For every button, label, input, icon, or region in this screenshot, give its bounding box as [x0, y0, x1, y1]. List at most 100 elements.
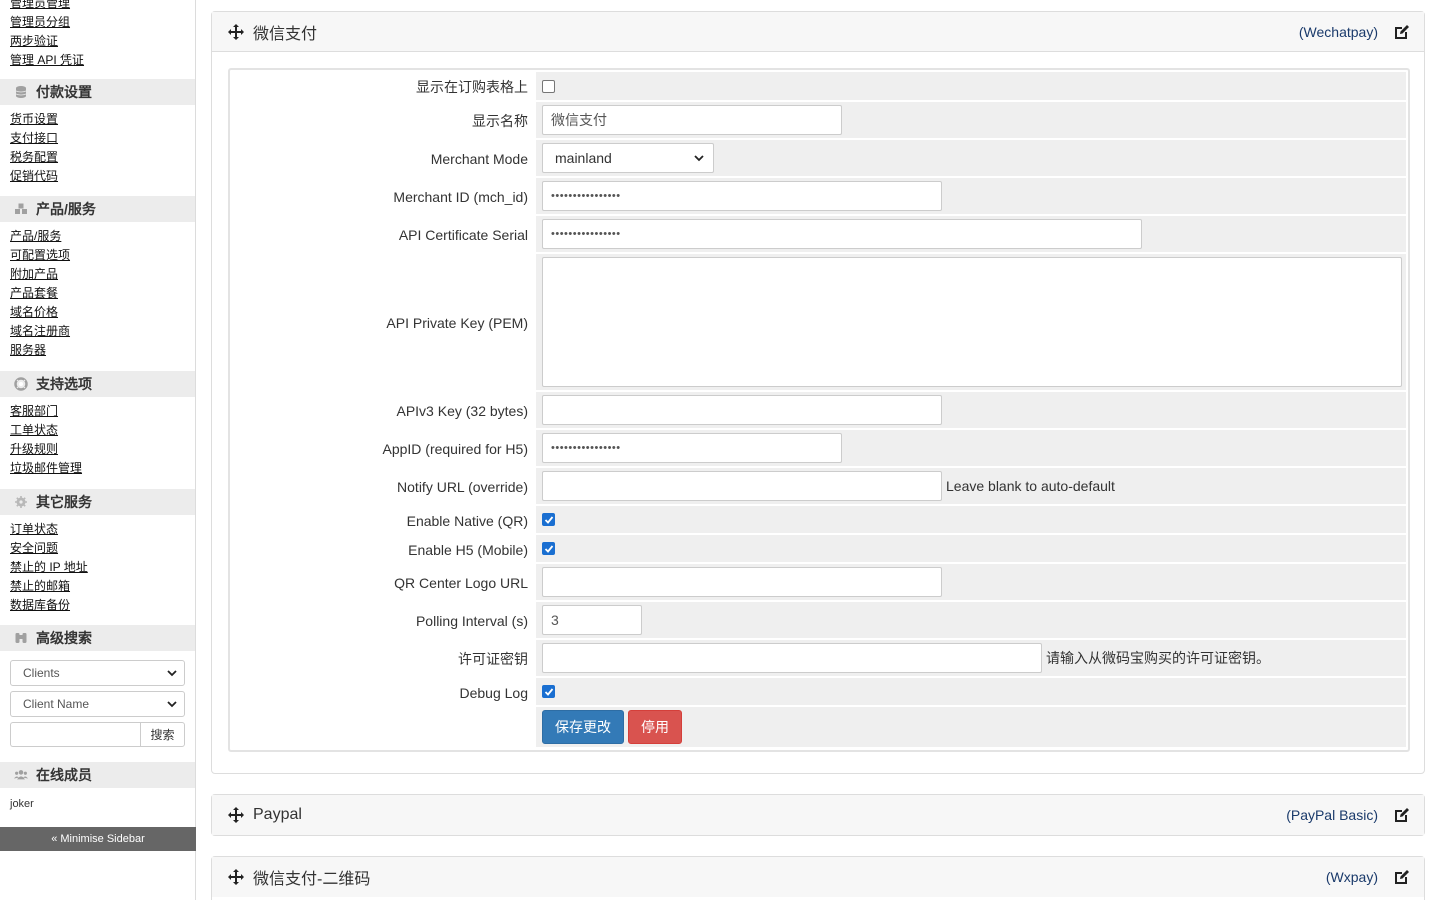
- users-icon: [14, 768, 28, 782]
- panel-module-name: (Wxpay): [1325, 869, 1378, 885]
- sidebar-link-departments[interactable]: 客服部门: [10, 402, 82, 421]
- sidebar-link-ticket-statuses[interactable]: 工单状态: [10, 421, 82, 440]
- move-icon[interactable]: [228, 869, 244, 885]
- panel-header: 微信支付 (Wechatpay): [212, 12, 1424, 52]
- sidebar-section-online: 在线成员: [0, 762, 195, 788]
- edit-icon[interactable]: [1394, 869, 1410, 885]
- lifebuoy-icon: [14, 377, 28, 391]
- panel-header: Paypal (PayPal Basic): [212, 795, 1424, 835]
- merchant-id-input[interactable]: ••••••••••••••••: [542, 181, 942, 211]
- cert-serial-input[interactable]: ••••••••••••••••: [542, 219, 1142, 249]
- save-changes-button[interactable]: 保存更改: [542, 710, 624, 744]
- sidebar-link-currencies[interactable]: 货币设置: [10, 110, 58, 129]
- sidebar-link-order-statuses[interactable]: 订单状态: [10, 520, 88, 539]
- panel-title: 微信支付: [253, 25, 318, 43]
- check-icon: [544, 544, 553, 553]
- search-type-select[interactable]: Clients: [0, 660, 195, 686]
- notify-url-hint: Leave blank to auto-default: [946, 478, 1115, 494]
- license-hint: 请输入从微码宝购买的许可证密钥。: [1046, 650, 1270, 666]
- sidebar-link-configurable-options[interactable]: 可配置选项: [10, 246, 70, 265]
- logo-url-input[interactable]: [542, 567, 942, 597]
- notify-url-input[interactable]: [542, 471, 942, 501]
- move-icon[interactable]: [228, 23, 244, 40]
- row-enable-h5: Enable H5 (Mobile): [232, 535, 1406, 564]
- license-input[interactable]: [542, 643, 1042, 673]
- sidebar-link-spam-control[interactable]: 垃圾邮件管理: [10, 459, 82, 478]
- sidebar-link-banned-ips[interactable]: 禁止的 IP 地址: [10, 558, 88, 577]
- sidebar-section-products: 产品/服务: [0, 196, 195, 222]
- row-merchant-mode: Merchant Mode mainland: [232, 140, 1406, 178]
- show-on-order-checkbox[interactable]: [542, 79, 555, 93]
- apiv3-label: APIv3 Key (32 bytes): [396, 403, 528, 419]
- display-name-input[interactable]: 微信支付: [542, 105, 842, 135]
- sidebar-link-database-backups[interactable]: 数据库备份: [10, 596, 88, 615]
- merchant-id-label: Merchant ID (mch_id): [393, 189, 528, 205]
- debug-log-label: Debug Log: [459, 684, 528, 701]
- sidebar-section-title: 付款设置: [36, 84, 92, 100]
- sidebar-link-escalation-rules[interactable]: 升级规则: [10, 440, 82, 459]
- sidebar-section-title: 产品/服务: [36, 201, 96, 217]
- sidebar-link-security-questions[interactable]: 安全问题: [10, 539, 88, 558]
- sidebar-link-addons[interactable]: 附加产品: [10, 265, 70, 284]
- sidebar-search-input[interactable]: [10, 722, 140, 747]
- panel-title: Paypal: [253, 806, 302, 823]
- move-icon[interactable]: [228, 807, 244, 823]
- license-label: 许可证密钥: [458, 651, 528, 667]
- minimise-sidebar-button[interactable]: « Minimise Sidebar: [0, 827, 196, 851]
- row-display-name: 显示名称 微信支付: [232, 102, 1406, 140]
- row-show-on-order: 显示在订购表格上: [232, 72, 1406, 102]
- sidebar-section-title: 高级搜索: [36, 630, 92, 646]
- sidebar-link-promotions[interactable]: 促销代码: [10, 167, 58, 186]
- sidebar-link-domain-pricing[interactable]: 域名价格: [10, 303, 70, 322]
- row-apiv3: APIv3 Key (32 bytes): [232, 392, 1406, 430]
- appid-input[interactable]: ••••••••••••••••: [542, 433, 842, 463]
- row-actions: 保存更改 停用: [232, 707, 1406, 749]
- enable-h5-checkbox[interactable]: [542, 542, 555, 555]
- sidebar-link-two-factor[interactable]: 两步验证: [10, 32, 84, 51]
- edit-icon[interactable]: [1394, 24, 1410, 40]
- sidebar-link-admin-groups[interactable]: 管理员分组: [10, 13, 84, 32]
- sidebar-link-api-credentials[interactable]: 管理 API 凭证: [10, 51, 84, 70]
- sidebar-link-tax[interactable]: 税务配置: [10, 148, 58, 167]
- search-field-value: Client Name: [23, 697, 90, 711]
- row-enable-native: Enable Native (QR): [232, 506, 1406, 535]
- row-notify-url: Notify URL (override) Leave blank to aut…: [232, 468, 1406, 506]
- panel-title: 微信支付-二维码: [253, 871, 371, 888]
- sidebar-link-registrars[interactable]: 域名注册商: [10, 322, 70, 341]
- enable-native-checkbox[interactable]: [542, 513, 555, 526]
- row-debug-log: Debug Log: [232, 678, 1406, 707]
- chevron-down-icon: [167, 701, 177, 708]
- sidebar-section-advanced-search: 高级搜索: [0, 625, 195, 651]
- gateway-panel-wechatpay: 微信支付 (Wechatpay) 显示在订购表格上 显示名称 微信支付 Merc…: [211, 11, 1425, 774]
- sidebar-link-admin-users[interactable]: 管理员管理: [10, 0, 84, 13]
- row-cert-serial: API Certificate Serial ••••••••••••••••: [232, 216, 1406, 254]
- sidebar-link-bundles[interactable]: 产品套餐: [10, 284, 70, 303]
- cubes-icon: [14, 202, 28, 216]
- enable-h5-label: Enable H5 (Mobile): [408, 541, 528, 558]
- edit-icon[interactable]: [1394, 807, 1410, 823]
- sidebar-section-support: 支持选项: [0, 371, 195, 397]
- search-field-select[interactable]: Client Name: [0, 691, 195, 717]
- deactivate-button[interactable]: 停用: [628, 710, 682, 744]
- row-license: 许可证密钥 请输入从微码宝购买的许可证密钥。: [232, 640, 1406, 678]
- sidebar-products-links: 产品/服务 可配置选项 附加产品 产品套餐 域名价格 域名注册商 服务器: [0, 227, 80, 360]
- apiv3-input[interactable]: [542, 395, 942, 425]
- sidebar-link-payment-gateways[interactable]: 支付接口: [10, 129, 58, 148]
- sidebar-section-other: 其它服务: [0, 489, 195, 515]
- search-type-value: Clients: [23, 666, 60, 680]
- sidebar-link-banned-emails[interactable]: 禁止的邮箱: [10, 577, 88, 596]
- polling-input[interactable]: 3: [542, 605, 642, 635]
- notify-url-label: Notify URL (override): [397, 479, 528, 495]
- sidebar-link-products[interactable]: 产品/服务: [10, 227, 70, 246]
- sidebar-link-servers[interactable]: 服务器: [10, 341, 70, 360]
- logo-url-label: QR Center Logo URL: [394, 575, 528, 591]
- debug-log-checkbox[interactable]: [542, 685, 555, 698]
- chevron-down-icon: [167, 670, 177, 677]
- gateway-panel-paypal: Paypal (PayPal Basic): [211, 794, 1425, 836]
- sidebar-search-button[interactable]: 搜索: [140, 722, 185, 747]
- merchant-mode-value: mainland: [555, 150, 612, 166]
- merchant-mode-select[interactable]: mainland: [542, 143, 714, 173]
- gateway-panel-wxpay: 微信支付-二维码 (Wxpay): [211, 856, 1425, 900]
- private-key-textarea[interactable]: [542, 257, 1402, 387]
- display-name-label: 显示名称: [472, 113, 528, 129]
